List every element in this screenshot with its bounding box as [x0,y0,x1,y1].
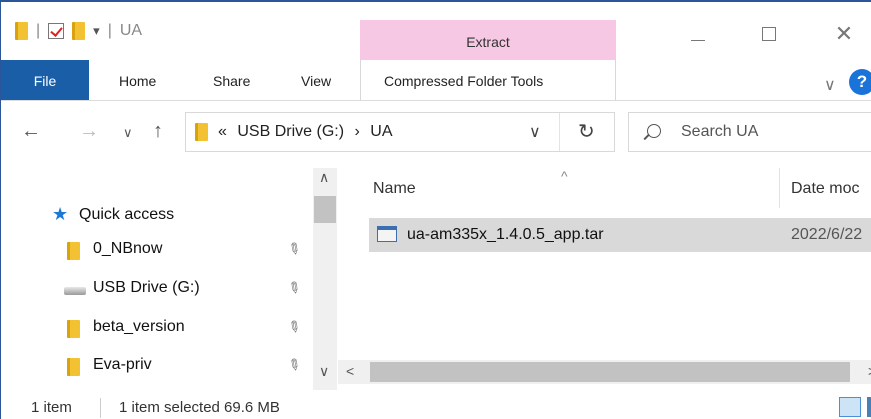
help-icon[interactable]: ? [849,69,871,95]
folder-icon [67,242,80,260]
pin-icon[interactable]: ✎ [284,316,305,338]
status-bar: 1 item 1 item selected 69.6 MB [1,394,871,419]
nav-vertical-scrollbar[interactable]: ∧ ∨ [313,168,337,390]
file-list: ^ Name Date moc ua-am335x_1.4.0.5_app.ta… [355,168,871,390]
status-item-count: 1 item [31,399,72,416]
navigation-pane: ★ Quick access 0_NBnow ✎ USB Drive (G:) … [1,168,337,390]
content-horizontal-scrollbar[interactable]: < > [338,360,871,384]
pin-icon[interactable]: ✎ [284,238,305,260]
tab-view[interactable]: View [301,60,331,100]
nav-item-0-nbnow[interactable]: 0_NBnow ✎ [1,236,313,266]
close-button[interactable]: ✕ [821,21,867,52]
search-box[interactable]: Search UA [628,112,871,152]
column-header-date-modified[interactable]: Date moc [791,180,859,198]
sort-ascending-icon: ^ [561,168,568,184]
nav-item-label: USB Drive (G:) [93,279,200,296]
column-divider[interactable] [779,168,780,208]
tab-compressed-folder-tools[interactable]: Compressed Folder Tools [384,60,543,100]
folder-icon [67,320,80,338]
maximize-icon [762,27,776,41]
status-selection: 1 item selected 69.6 MB [119,399,280,416]
nav-item-eva-priv[interactable]: Eva-priv ✎ [1,352,313,382]
archive-file-icon [377,226,397,242]
explorer-window: | ▾ | UA Extract ✕ File Home Share View … [0,0,871,419]
search-input[interactable]: Search UA [681,123,758,141]
new-folder-icon[interactable] [72,22,86,40]
details-view-icon[interactable] [839,397,861,417]
scroll-up-icon[interactable]: ∧ [319,169,329,186]
nav-item-label: Eva-priv [93,356,152,373]
tab-file[interactable]: File [1,60,89,100]
pin-icon[interactable]: ✎ [284,277,305,299]
address-bar[interactable]: « USB Drive (G:) › UA ∨ ↻ [185,112,615,152]
scroll-thumb[interactable] [314,196,336,223]
minimize-button[interactable] [675,24,721,52]
tab-share[interactable]: Share [213,60,250,100]
address-divider [559,113,560,151]
file-name: ua-am335x_1.4.0.5_app.tar [407,226,604,243]
folder-icon [195,123,208,141]
nav-item-quick-access[interactable]: ★ Quick access [1,202,313,232]
nav-item-label: 0_NBnow [93,240,163,257]
address-dropdown-icon[interactable]: ∨ [529,122,541,142]
close-icon: ✕ [834,21,854,46]
folder-icon [67,358,80,376]
extract-context-label: Extract [360,20,616,60]
up-arrow-icon[interactable]: ↑ [153,120,163,143]
status-divider [100,398,101,418]
file-date: 2022/6/22 [791,226,863,243]
tab-home[interactable]: Home [119,60,156,100]
window-title: UA [119,22,143,39]
ribbon-tabs: File Home Share View Compressed Folder T… [1,60,871,100]
column-header-name[interactable]: Name [373,180,416,198]
ribbon-divider [1,100,871,101]
scroll-thumb[interactable] [370,362,850,382]
quick-access-toolbar: | ▾ | UA [15,22,142,40]
properties-check-icon[interactable] [48,23,65,39]
qat-dropdown-icon[interactable]: ▾ [93,23,100,39]
large-icons-view-icon[interactable] [867,397,871,417]
separator: | [107,22,112,39]
forward-arrow-icon[interactable]: → [79,120,99,143]
recent-locations-chevron-icon[interactable]: ∨ [123,125,133,141]
folder-icon[interactable] [15,22,28,40]
nav-item-beta-version[interactable]: beta_version ✎ [1,314,313,344]
breadcrumb-folder[interactable]: UA [370,123,392,140]
tab-compressed-folder-tools-wrap: Compressed Folder Tools [360,60,616,100]
refresh-icon[interactable]: ↻ [578,119,595,144]
breadcrumb-overflow[interactable]: « [218,123,227,140]
nav-item-label: Quick access [79,206,175,223]
nav-item-label: beta_version [93,318,185,335]
scroll-left-icon[interactable]: < [346,363,354,379]
pin-icon[interactable]: ✎ [284,354,305,376]
maximize-button[interactable] [746,24,792,52]
star-icon: ★ [52,204,69,224]
back-arrow-icon[interactable]: ← [21,120,41,143]
title-bar: | ▾ | UA Extract ✕ [1,2,871,60]
search-icon [647,124,661,138]
expand-ribbon-icon[interactable]: ∨ [824,75,836,95]
nav-item-usb-drive[interactable]: USB Drive (G:) ✎ [1,275,313,305]
separator: | [36,22,41,39]
scroll-down-icon[interactable]: ∨ [319,363,329,380]
breadcrumb: « USB Drive (G:) › UA [218,123,393,141]
file-row[interactable]: ua-am335x_1.4.0.5_app.tar 2022/6/22 [369,218,871,252]
breadcrumb-separator[interactable]: › [354,123,359,140]
breadcrumb-drive[interactable]: USB Drive (G:) [237,123,344,140]
usb-drive-icon [64,287,86,295]
minimize-icon [691,40,705,41]
